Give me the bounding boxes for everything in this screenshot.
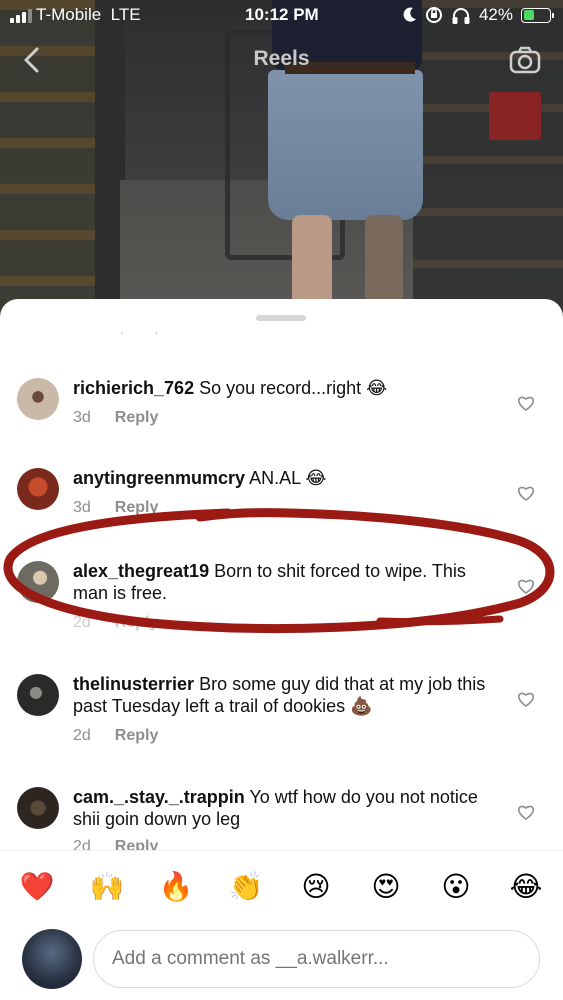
comment-meta: 3d Reply: [73, 499, 158, 517]
fire-emoji-icon[interactable]: 🔥: [158, 869, 194, 905]
person-leg: [365, 215, 403, 305]
clock: 10:12 PM: [245, 5, 319, 24]
raising-hands-emoji-icon[interactable]: 🙌: [89, 869, 125, 905]
crying-face-emoji-icon[interactable]: 😢: [298, 869, 334, 905]
avatar[interactable]: [17, 378, 59, 420]
like-heart-icon[interactable]: [517, 485, 535, 501]
my-avatar[interactable]: [22, 929, 82, 989]
comment-meta: 3d Reply: [73, 409, 158, 427]
battery-charging-icon: [521, 7, 554, 23]
surprised-face-emoji-icon[interactable]: 😮: [438, 869, 474, 905]
reply-button[interactable]: Reply: [115, 409, 159, 427]
comment-age: 2d: [73, 727, 91, 744]
quick-reaction-bar: ❤️ 🙌 🔥 👏 😢 😍 😮 😂: [0, 850, 563, 922]
comment-age: 3d: [73, 499, 91, 516]
like-heart-icon[interactable]: [517, 691, 535, 707]
comment-username[interactable]: cam._.stay._.trappin: [73, 787, 245, 807]
comment-username[interactable]: thelinusterrier: [73, 674, 194, 694]
comment-composer: [0, 922, 563, 1000]
avatar[interactable]: [17, 787, 59, 829]
camera-icon[interactable]: [509, 46, 541, 74]
heart-eyes-emoji-icon[interactable]: 😍: [368, 869, 404, 905]
like-heart-icon[interactable]: [517, 804, 535, 820]
red-heart-emoji-icon[interactable]: ❤️: [19, 869, 55, 905]
status-bar: T-Mobile LTE 10:12 PM 42%: [0, 0, 563, 30]
avatar[interactable]: [17, 468, 59, 510]
like-heart-icon[interactable]: [517, 395, 535, 411]
orientation-lock-icon: [425, 7, 442, 23]
comment-age: 3d: [73, 409, 91, 426]
reply-button[interactable]: Reply: [115, 614, 159, 632]
headphones-icon: [452, 7, 470, 24]
clapping-hands-emoji-icon[interactable]: 👏: [228, 869, 264, 905]
store-product: [489, 92, 541, 140]
comment-username[interactable]: anytingreenmumcry: [73, 468, 245, 488]
person-leg: [292, 215, 332, 305]
sheet-grabber[interactable]: [256, 315, 306, 321]
avatar[interactable]: [17, 561, 59, 603]
comment-text: AN.AL 😂: [249, 468, 327, 488]
comment-text-row: cam._.stay._.trappin Yo wtf how do you n…: [73, 786, 503, 830]
comment-username[interactable]: richierich_762: [73, 378, 194, 398]
person-shorts: [268, 70, 423, 220]
loading-indicator: · ·: [120, 327, 173, 339]
battery-percent: 42%: [478, 5, 513, 24]
comment-age: 2d: [73, 614, 91, 631]
comment-meta: 2d Reply: [73, 614, 158, 632]
tears-of-joy-emoji-icon[interactable]: 😂: [508, 869, 544, 905]
like-heart-icon[interactable]: [517, 578, 535, 594]
carrier-name: T-Mobile: [36, 5, 102, 24]
signal-strength-icon: [10, 9, 32, 23]
reply-button[interactable]: Reply: [115, 727, 159, 745]
battery-fill: [523, 10, 534, 20]
comment-text-row: anytingreenmumcry AN.AL 😂: [73, 467, 503, 489]
comment-meta: 2d Reply: [73, 727, 158, 745]
comment-text: So you record...right 😂: [199, 378, 388, 398]
do-not-disturb-icon: [403, 7, 416, 22]
comment-text-row: alex_thegreat19 Born to shit forced to w…: [73, 560, 473, 604]
reply-button[interactable]: Reply: [115, 499, 159, 517]
comment-username[interactable]: alex_thegreat19: [73, 561, 209, 581]
network-type: LTE: [110, 5, 141, 24]
avatar[interactable]: [17, 674, 59, 716]
status-icons: 42%: [403, 5, 554, 25]
carrier-label: T-Mobile LTE: [36, 5, 141, 25]
comment-text-row: thelinusterrier Bro some guy did that at…: [73, 673, 503, 717]
page-title: Reels: [253, 47, 310, 70]
comment-text-row: richierich_762 So you record...right 😂: [73, 377, 503, 399]
comment-input[interactable]: [93, 930, 540, 988]
